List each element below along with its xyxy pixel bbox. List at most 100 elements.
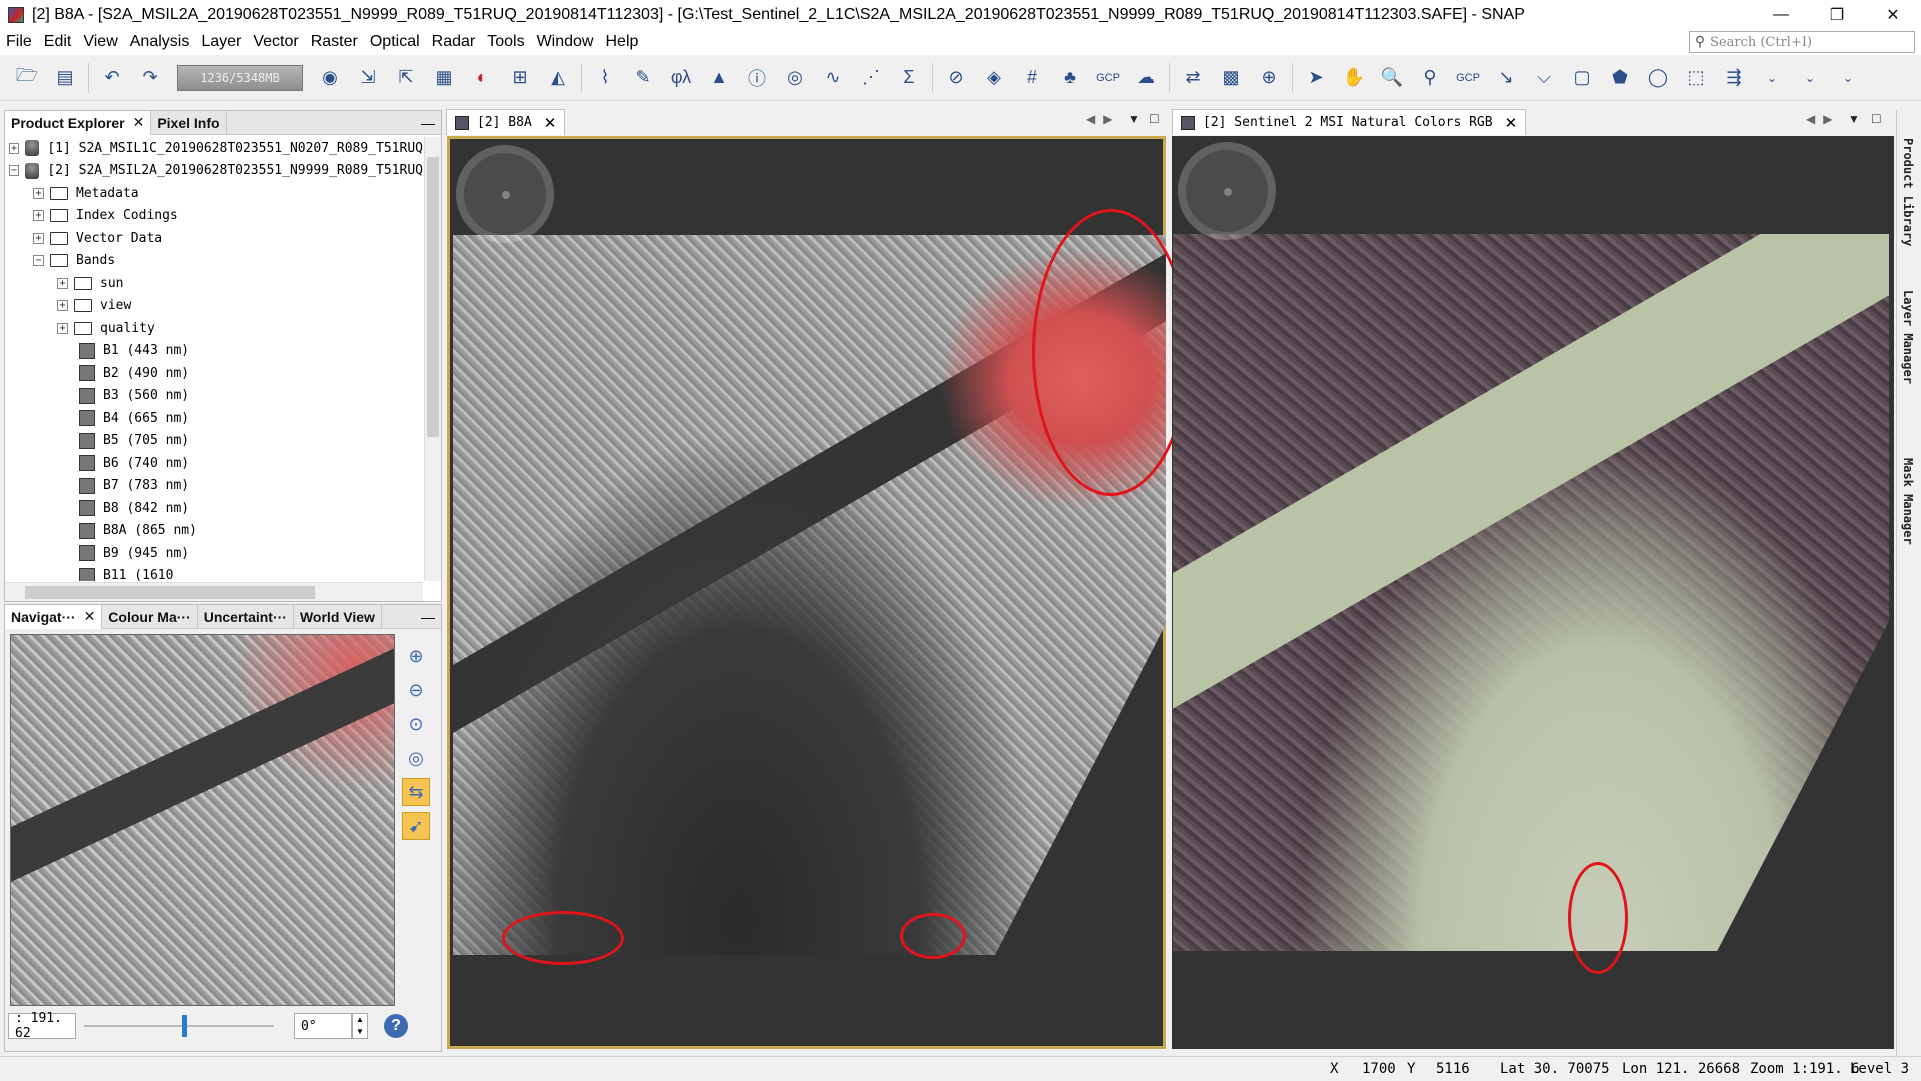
search-box[interactable]: ⚲ Search (Ctrl+I)	[1689, 31, 1915, 53]
magic-wand-icon[interactable]: ⇶	[1719, 63, 1749, 93]
minimize-panel-icon[interactable]: —	[421, 609, 435, 625]
tree-band-b5[interactable]: B5 (705 nm)	[5, 430, 423, 453]
expand-icon[interactable]: +	[57, 277, 68, 289]
view-menu-icon[interactable]: ▼	[1128, 112, 1148, 126]
tab-product-library[interactable]: Product Library	[1901, 138, 1915, 246]
zoom-in-icon[interactable]: ⊕	[402, 642, 430, 670]
navigation-compass[interactable]	[456, 145, 554, 243]
menu-help[interactable]: Help	[599, 33, 644, 51]
graticule-icon[interactable]: #	[1017, 63, 1047, 93]
cloud-icon[interactable]: ☁	[1131, 63, 1161, 93]
polyline-icon[interactable]: ⌵	[1529, 63, 1559, 93]
undo-icon[interactable]: ↶	[97, 63, 127, 93]
close-icon[interactable]: ✕	[544, 114, 557, 132]
band-maths-icon[interactable]: ▦	[429, 63, 459, 93]
pin-placer-icon[interactable]: ⚲	[1415, 63, 1445, 93]
histogram-icon[interactable]: ◭	[543, 63, 573, 93]
gcp-placer-icon[interactable]: GCP	[1453, 63, 1483, 93]
zoom-icon[interactable]: 🔍	[1377, 63, 1407, 93]
scrollbar-thumb[interactable]	[25, 586, 315, 599]
vertical-scrollbar[interactable]	[424, 137, 441, 581]
tree-vector-data[interactable]: + Vector Data	[5, 227, 423, 250]
close-icon[interactable]: ✕	[133, 114, 145, 131]
world-map-icon[interactable]: ⊘	[941, 63, 971, 93]
horizontal-scrollbar[interactable]	[5, 582, 423, 601]
tree-band-b1[interactable]: B1 (443 nm)	[5, 340, 423, 363]
image-view-b8a[interactable]	[447, 136, 1190, 1049]
sync-views-icon[interactable]: ⇄	[1178, 63, 1208, 93]
image-view-natural-colors[interactable]	[1172, 136, 1894, 1049]
tree-metadata[interactable]: + Metadata	[5, 182, 423, 205]
toolbar-overflow-icon[interactable]: ⌄	[1795, 63, 1825, 93]
menu-layer[interactable]: Layer	[195, 33, 247, 51]
close-button[interactable]: ✕	[1865, 0, 1921, 29]
tab-product-explorer[interactable]: Product Explorer ✕	[5, 110, 152, 135]
tree-band-b6[interactable]: B6 (740 nm)	[5, 452, 423, 475]
tab-navigation[interactable]: Navigat··· ✕	[5, 604, 103, 629]
phi-lambda-icon[interactable]: φλ	[666, 63, 696, 93]
save-product-icon[interactable]: ▤	[50, 63, 80, 93]
zoom-slider[interactable]	[84, 1013, 274, 1039]
menu-vector[interactable]: Vector	[247, 33, 304, 51]
layers-icon[interactable]: ◈	[979, 63, 1009, 93]
open-product-icon[interactable]: 🗁	[12, 63, 42, 93]
zoom-out-icon[interactable]: ⊖	[402, 676, 430, 704]
ellipse-icon[interactable]: ◯	[1643, 63, 1673, 93]
insert-figure-icon[interactable]: ⬚	[1681, 63, 1711, 93]
tab-layer-manager[interactable]: Layer Manager	[1901, 290, 1915, 384]
menu-raster[interactable]: Raster	[305, 33, 364, 51]
tree-band-b3[interactable]: B3 (560 nm)	[5, 385, 423, 408]
menu-analysis[interactable]: Analysis	[124, 33, 196, 51]
scrollbar-thumb[interactable]	[427, 157, 439, 437]
help-button[interactable]: ?	[384, 1014, 408, 1038]
memory-indicator[interactable]: 1236/5348MB	[177, 64, 303, 91]
pin-manager-icon[interactable]: ♣	[1055, 63, 1085, 93]
navigation-overview-image[interactable]	[10, 634, 395, 1006]
menu-radar[interactable]: Radar	[426, 33, 482, 51]
pin-icon[interactable]: ⊞	[505, 63, 535, 93]
tree-band-b7[interactable]: B7 (783 nm)	[5, 475, 423, 498]
redo-icon[interactable]: ↷	[135, 63, 165, 93]
polygon-icon[interactable]: ⬟	[1605, 63, 1635, 93]
collapse-icon[interactable]: −	[33, 255, 44, 267]
tree-bands[interactable]: − Bands	[5, 250, 423, 273]
minimize-panel-icon[interactable]: —	[421, 115, 435, 131]
sync-views-icon[interactable]: ⇆	[402, 778, 430, 806]
menu-optical[interactable]: Optical	[364, 33, 426, 51]
maximize-view-icon[interactable]: □	[1150, 110, 1166, 126]
toolbar-overflow-icon[interactable]: ⌄	[1833, 63, 1863, 93]
spinner-down-icon[interactable]: ▼	[353, 1026, 367, 1038]
tree-index-codings[interactable]: + Index Codings	[5, 205, 423, 228]
zoom-pixel-icon[interactable]: ⊙	[402, 710, 430, 738]
menu-view[interactable]: View	[77, 33, 123, 51]
restore-button[interactable]: ❐	[1809, 0, 1865, 29]
menu-file[interactable]: File	[0, 33, 38, 51]
tree-band-b8a[interactable]: B8A (865 nm)	[5, 520, 423, 543]
tree-band-b2[interactable]: B2 (490 nm)	[5, 362, 423, 385]
view-menu-icon[interactable]: ▼	[1848, 112, 1868, 126]
zoom-factor-field[interactable]: : 191. 62	[8, 1011, 76, 1041]
zoom-all-icon[interactable]: ◎	[402, 744, 430, 772]
rgb-icon[interactable]: ◐	[467, 63, 497, 93]
rectangle-icon[interactable]: ▢	[1567, 63, 1597, 93]
collapse-icon[interactable]: −	[9, 165, 20, 177]
tree-band-b11[interactable]: B11 (1610	[5, 565, 423, 581]
tab-colour-manipulation[interactable]: Colour Ma···	[102, 604, 198, 629]
expand-icon[interactable]: +	[57, 300, 68, 312]
spinner-up-icon[interactable]: ▲	[353, 1014, 367, 1026]
tree-quality[interactable]: + quality	[5, 317, 423, 340]
close-icon[interactable]: ✕	[1505, 114, 1518, 132]
edit-icon[interactable]: ✎	[628, 63, 658, 93]
slider-knob[interactable]	[182, 1015, 187, 1037]
tree-product-1[interactable]: + [1] S2A_MSIL1C_20190628T023551_N0207_R…	[5, 137, 423, 160]
tree-band-b4[interactable]: B4 (665 nm)	[5, 407, 423, 430]
pointer-icon[interactable]: ➤	[1301, 63, 1331, 93]
sum-icon[interactable]: Σ	[894, 63, 924, 93]
spectrum-icon[interactable]: ⌇	[590, 63, 620, 93]
statistics-icon[interactable]: ∿	[818, 63, 848, 93]
range-finder-icon[interactable]: ↘	[1491, 63, 1521, 93]
gcp-icon[interactable]: GCP	[1093, 63, 1123, 93]
menu-edit[interactable]: Edit	[38, 33, 78, 51]
geocoding-icon[interactable]: ◎	[780, 63, 810, 93]
tree-sun[interactable]: + sun	[5, 272, 423, 295]
